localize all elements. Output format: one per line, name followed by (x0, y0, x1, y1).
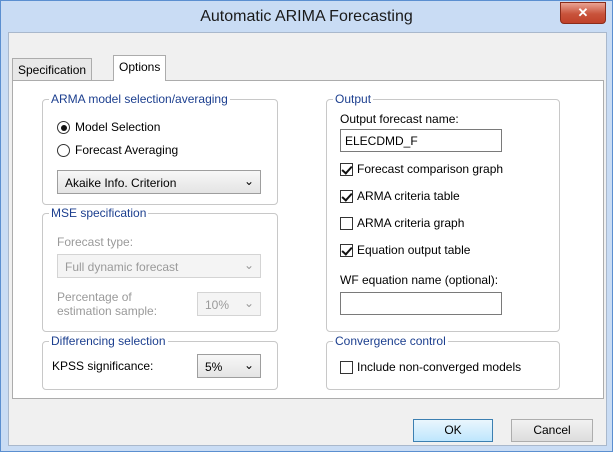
mse-specification-group: MSE specification Forecast type: Full dy… (42, 206, 278, 332)
forecast-type-label: Forecast type: (57, 235, 134, 249)
kpss-value: 5% (205, 360, 223, 374)
wf-equation-name-label: WF equation name (optional): (340, 273, 499, 287)
equation-output-table-checkbox[interactable] (340, 244, 353, 257)
chevron-down-icon: ⌄ (243, 174, 254, 188)
arma-criteria-table-label: ARMA criteria table (357, 189, 460, 203)
chevron-down-icon: ⌄ (243, 258, 254, 272)
kpss-label: KPSS significance: (52, 359, 154, 373)
output-group-title: Output (333, 92, 374, 106)
close-icon: ✕ (577, 5, 589, 20)
options-panel: ARMA model selection/averaging Model Sel… (12, 80, 604, 399)
ok-button[interactable]: OK (413, 419, 493, 442)
wf-equation-name-input[interactable] (341, 293, 501, 314)
include-non-converged-checkbox[interactable] (340, 361, 353, 374)
dialog-client-area: Specification Options ARMA model selecti… (8, 32, 607, 446)
forecast-name-label: Output forecast name: (340, 112, 459, 126)
output-group: Output Output forecast name: Forecast co… (326, 92, 560, 332)
mse-group-title: MSE specification (49, 206, 149, 220)
model-selection-label: Model Selection (75, 120, 161, 134)
arma-criteria-graph-label: ARMA criteria graph (357, 216, 465, 230)
tab-specification[interactable]: Specification (12, 58, 93, 81)
include-non-converged-label: Include non-converged models (357, 360, 522, 374)
forecast-type-value: Full dynamic forecast (65, 260, 179, 274)
forecast-averaging-label: Forecast Averaging (75, 143, 179, 157)
percentage-label-line2: estimation sample: (57, 304, 158, 318)
chevron-down-icon: ⌄ (243, 358, 254, 372)
forecast-name-field[interactable] (340, 129, 502, 152)
forecast-averaging-radio[interactable] (57, 144, 70, 157)
title-bar[interactable]: Automatic ARIMA Forecasting ✕ (1, 1, 612, 32)
differencing-group-title: Differencing selection (49, 334, 168, 348)
wf-equation-name-field[interactable] (340, 292, 502, 315)
convergence-group-title: Convergence control (333, 334, 448, 348)
percentage-value: 10% (205, 298, 230, 312)
forecast-comparison-graph-checkbox[interactable] (340, 163, 353, 176)
criterion-value: Akaike Info. Criterion (65, 176, 177, 190)
percentage-dropdown[interactable]: 10% ⌄ (197, 292, 261, 316)
differencing-group: Differencing selection KPSS significance… (42, 334, 278, 390)
window-title: Automatic ARIMA Forecasting (200, 8, 413, 25)
equation-output-table-label: Equation output table (357, 243, 471, 257)
kpss-dropdown[interactable]: 5% ⌄ (197, 354, 261, 378)
model-selection-radio[interactable] (57, 121, 70, 134)
cancel-button[interactable]: Cancel (511, 419, 593, 442)
arma-criteria-table-checkbox[interactable] (340, 190, 353, 203)
percentage-label-line1: Percentage of (57, 290, 132, 304)
forecast-name-input[interactable] (341, 130, 501, 151)
chevron-down-icon: ⌄ (243, 296, 254, 310)
arma-criteria-graph-checkbox[interactable] (340, 217, 353, 230)
arma-selection-group: ARMA model selection/averaging Model Sel… (42, 92, 278, 205)
tab-options[interactable]: Options (113, 55, 167, 81)
dialog-window: Automatic ARIMA Forecasting ✕ Specificat… (0, 0, 613, 452)
forecast-comparison-graph-label: Forecast comparison graph (357, 162, 504, 176)
forecast-type-dropdown[interactable]: Full dynamic forecast ⌄ (57, 254, 261, 278)
arma-group-title: ARMA model selection/averaging (49, 92, 230, 106)
close-button[interactable]: ✕ (560, 2, 606, 24)
convergence-group: Convergence control Include non-converge… (326, 334, 560, 390)
criterion-dropdown[interactable]: Akaike Info. Criterion ⌄ (57, 170, 261, 194)
